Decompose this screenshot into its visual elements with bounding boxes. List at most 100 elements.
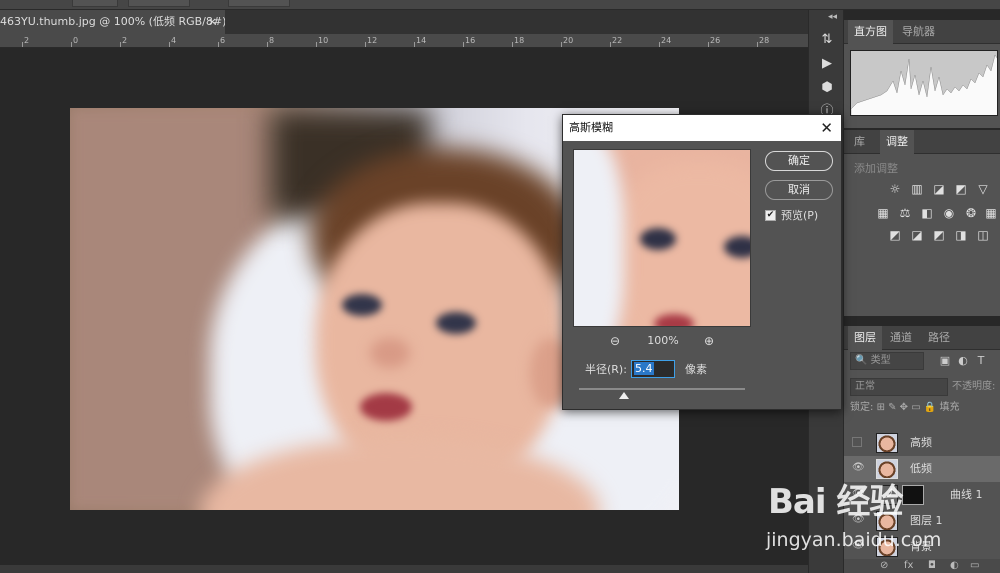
ruler-tick-label: 8 [269, 36, 275, 45]
ruler-tick-label: 22 [612, 36, 623, 45]
options-button-2[interactable] [128, 0, 190, 7]
ruler-tick-label: 0 [73, 36, 79, 45]
ruler-tick-mark [463, 42, 464, 47]
preview-checkbox[interactable]: ✔ [765, 210, 776, 221]
ruler-tick-label: 16 [465, 36, 476, 45]
radius-value: 5.4 [634, 362, 654, 375]
lock-label: 锁定: [850, 402, 874, 413]
gaussian-blur-dialog: 高斯模糊 ✕ 确定 取消 ✔ 预览(P) ⊖ 100% ⊕ 半径(R): 5.4… [562, 114, 842, 410]
curves-icon[interactable]: ◪ [932, 182, 946, 196]
tab-libraries[interactable]: 库 [848, 130, 871, 154]
layer-name: 高频 [910, 436, 932, 449]
zoom-out-icon[interactable]: ⊖ [607, 333, 623, 349]
watermark-url: jingyan.baidu.com [766, 529, 942, 551]
ruler-tick-label: 4 [171, 36, 177, 45]
ruler-tick-mark [512, 42, 513, 47]
history-icon[interactable]: ⇅ [819, 32, 835, 48]
3d-icon[interactable]: ⬢ [819, 80, 835, 96]
ruler-tick-label: 6 [220, 36, 226, 45]
zoom-controls: ⊖ 100% ⊕ [573, 333, 751, 351]
filter-type-icon[interactable]: T [974, 354, 988, 368]
tab-paths[interactable]: 路径 [922, 326, 956, 350]
ruler-tick-mark [365, 42, 366, 47]
filter-pixel-icon[interactable]: ▣ [938, 354, 952, 368]
cancel-button[interactable]: 取消 [765, 180, 833, 200]
close-tab-icon[interactable]: × [208, 10, 217, 34]
ruler-tick-mark [316, 42, 317, 47]
ruler-tick-label: 12 [367, 36, 378, 45]
close-icon[interactable]: ✕ [820, 115, 833, 141]
tab-channels[interactable]: 通道 [884, 326, 918, 350]
ruler-tick-mark [610, 42, 611, 47]
posterize-icon[interactable]: ◪ [910, 228, 924, 242]
ruler-tick-label: 14 [416, 36, 427, 45]
ruler-tick-mark [71, 42, 72, 47]
document-tab-bar: 463YU.thumb.jpg @ 100% (低频 RGB/8#) * × [0, 10, 808, 34]
options-button-3[interactable] [228, 0, 290, 7]
color-balance-icon[interactable]: ⚖ [898, 206, 912, 220]
options-button-1[interactable] [72, 0, 118, 7]
ruler-tick-mark [267, 42, 268, 47]
tab-adjustments[interactable]: 调整 [880, 130, 914, 154]
vibrance-icon[interactable]: ▽ [976, 182, 990, 196]
lock-icons[interactable]: ⊞ ✎ ✥ ▭ 🔒 [877, 402, 940, 413]
horizontal-ruler: 2 0 2 4 6 8 10 12 14 16 18 20 22 24 26 28 [0, 34, 808, 48]
radius-slider-thumb[interactable] [618, 392, 629, 399]
dialog-title: 高斯模糊 [569, 121, 613, 134]
ruler-tick-mark [659, 42, 660, 47]
document-tab-title: 463YU.thumb.jpg @ 100% (低频 RGB/8#) * [0, 15, 225, 28]
ruler-tick-mark [169, 42, 170, 47]
selective-color-icon[interactable]: ◫ [976, 228, 990, 242]
opacity-label: 不透明度: [952, 381, 996, 392]
blur-preview[interactable] [573, 149, 751, 327]
gradient-map-icon[interactable]: ◨ [954, 228, 968, 242]
radius-slider-track[interactable] [579, 388, 745, 390]
layer-name: 低频 [910, 462, 932, 475]
layer-kind-filter[interactable]: 🔍 类型 [850, 352, 924, 370]
tab-navigator[interactable]: 导航器 [896, 20, 941, 44]
black-white-icon[interactable]: ◧ [920, 206, 934, 220]
layer-thumbnail [876, 459, 898, 479]
ruler-tick-label: 28 [759, 36, 770, 45]
watermark-logo: Bai 经验 [768, 482, 903, 522]
radius-label: 半径(R): [585, 363, 627, 376]
levels-icon[interactable]: ▥ [910, 182, 924, 196]
exposure-icon[interactable]: ◩ [954, 182, 968, 196]
document-tab[interactable]: 463YU.thumb.jpg @ 100% (低频 RGB/8#) * × [0, 10, 225, 34]
ruler-tick-mark [561, 42, 562, 47]
ruler-tick-label: 10 [318, 36, 329, 45]
threshold-icon[interactable]: ◩ [932, 228, 946, 242]
dialog-title-bar[interactable]: 高斯模糊 ✕ [563, 115, 841, 141]
actions-play-icon[interactable]: ▶ [819, 56, 835, 72]
hue-saturation-icon[interactable]: ▦ [876, 206, 890, 220]
status-bar [0, 565, 808, 573]
color-lookup-icon[interactable]: ▦ [984, 206, 998, 220]
collapse-panels-icon[interactable]: ◂◂ [828, 12, 837, 22]
add-adjustment-label: 添加调整 [854, 162, 898, 175]
ruler-tick-label: 2 [122, 36, 128, 45]
tab-layers[interactable]: 图层 [848, 326, 882, 350]
blend-mode-select[interactable]: 正常 [850, 378, 948, 396]
ruler-tick-label: 26 [710, 36, 721, 45]
radius-input[interactable]: 5.4 [631, 360, 675, 378]
ruler-tick-label: 2 [24, 36, 30, 45]
layer-row-low-freq[interactable]: 👁 低频 [844, 456, 1000, 482]
tab-histogram[interactable]: 直方图 [848, 20, 893, 44]
ruler-tick-mark [22, 42, 23, 47]
channel-mixer-icon[interactable]: ❂ [964, 206, 978, 220]
filter-adjustment-icon[interactable]: ◐ [956, 354, 970, 368]
eye-icon[interactable]: 👁 [852, 462, 865, 474]
invert-icon[interactable]: ◩ [888, 228, 902, 242]
ruler-tick-mark [757, 42, 758, 47]
visibility-toggle[interactable] [852, 437, 862, 447]
layer-row-high-freq[interactable]: 高频 [844, 430, 1000, 456]
zoom-in-icon[interactable]: ⊕ [701, 333, 717, 349]
ok-button[interactable]: 确定 [765, 151, 833, 171]
fill-label: 填充 [939, 402, 960, 413]
brightness-icon[interactable]: ☼ [888, 182, 902, 196]
zoom-level: 100% [647, 334, 679, 347]
adjustments-panel: 库 调整 添加调整 ☼ ▥ ◪ ◩ ▽ ▦ ⚖ ◧ ◉ ❂ ▦ ◩ ◪ ◩ ◨ … [844, 130, 1000, 316]
watermark: Bai 经验 jingyan.baidu.com [766, 482, 1000, 573]
lock-row: 锁定: ⊞ ✎ ✥ ▭ 🔒 填充 [850, 400, 1000, 416]
photo-filter-icon[interactable]: ◉ [942, 206, 956, 220]
